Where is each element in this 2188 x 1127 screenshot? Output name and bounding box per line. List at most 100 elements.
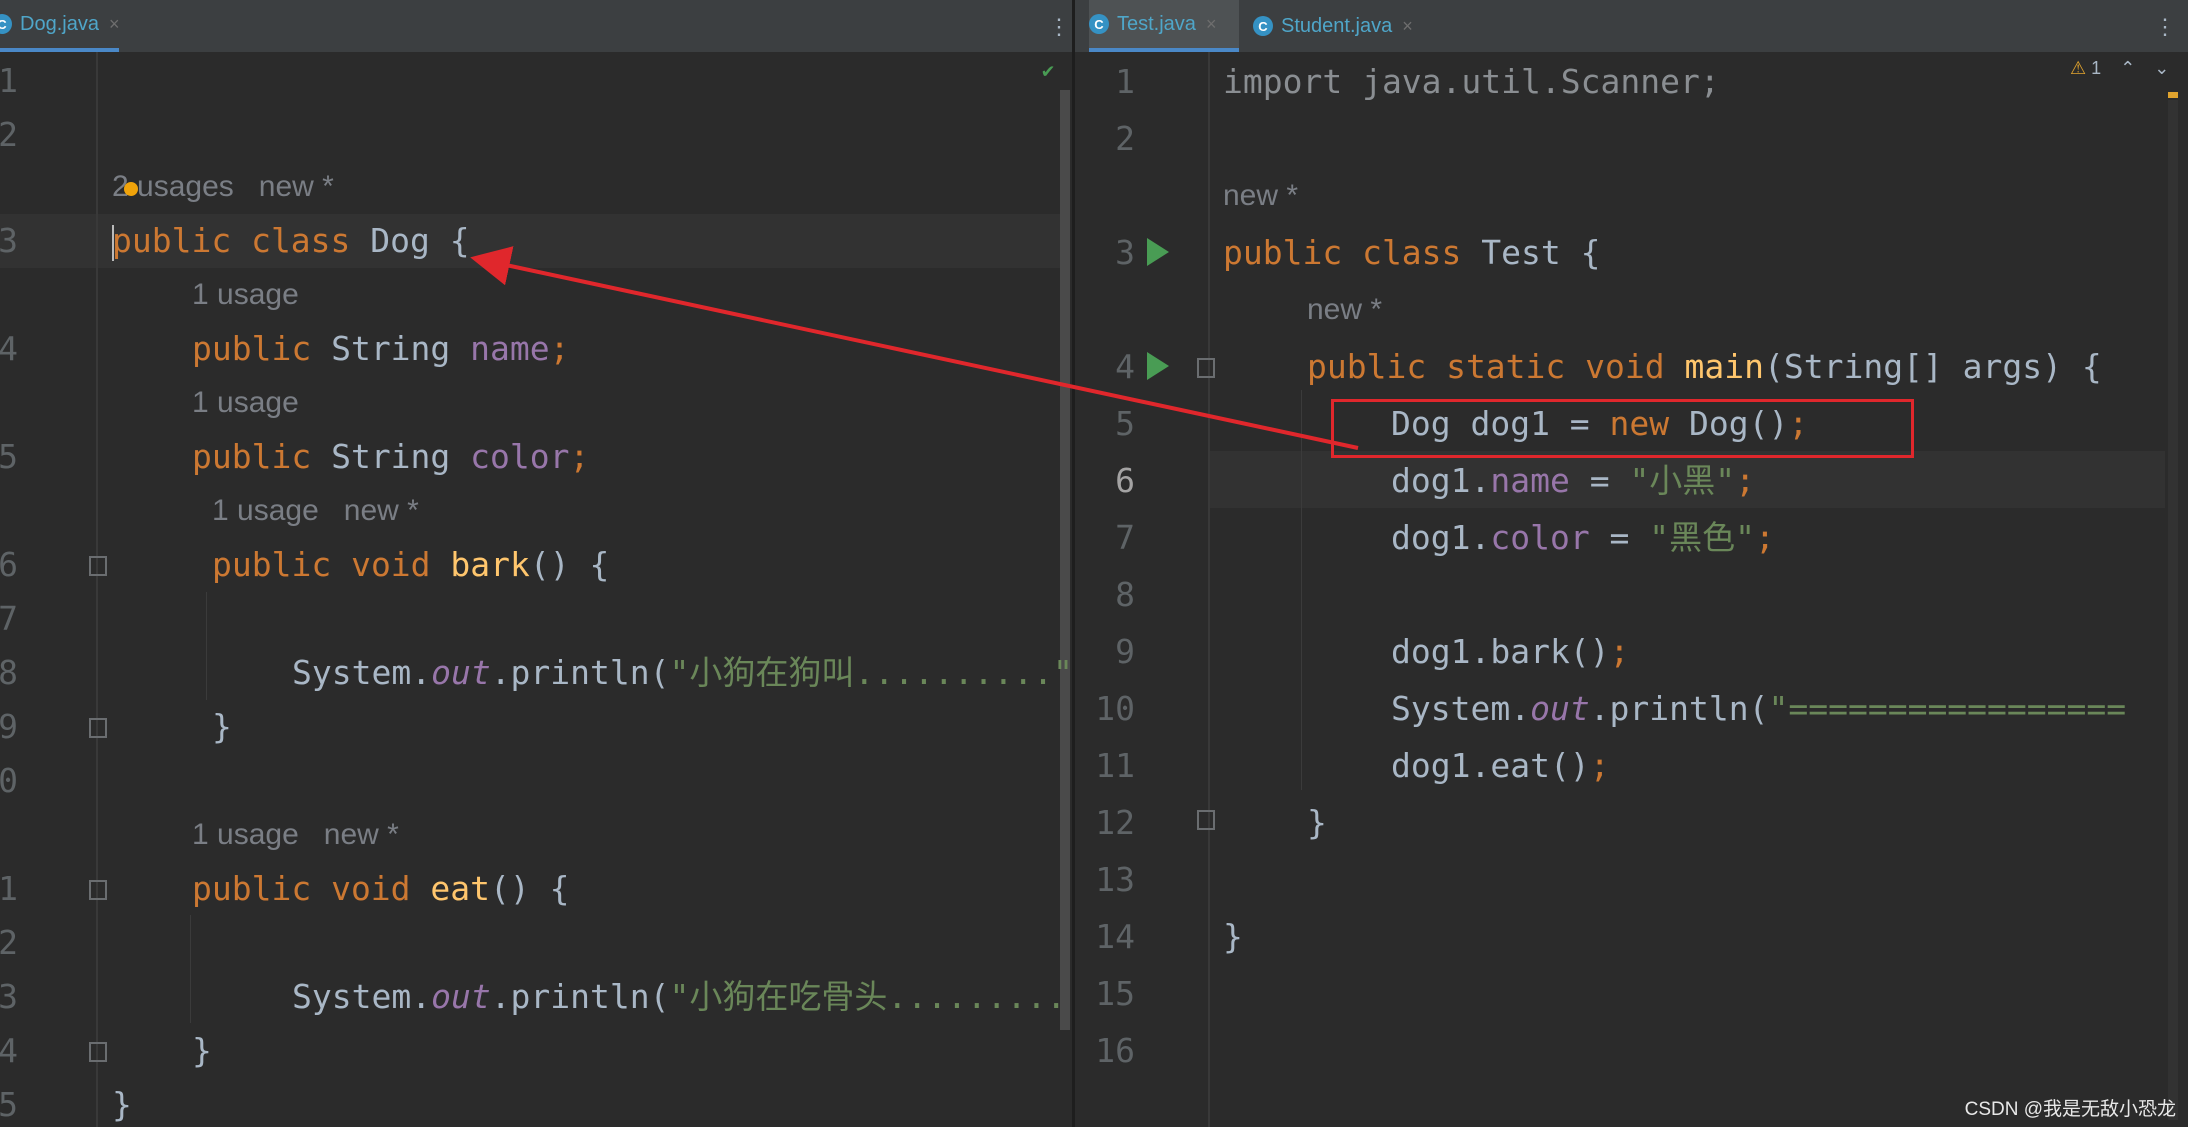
usages-hint[interactable]: 2 usages new * [112, 160, 334, 214]
line-number: 15 [1095, 974, 1135, 1013]
class-name: Test { [1481, 233, 1601, 272]
next-highlight-icon[interactable]: ⌄ [2154, 58, 2169, 78]
string-literal: "小狗在狗叫.........." [669, 653, 1073, 692]
keyword: public class [1223, 233, 1482, 272]
static-field: out [431, 977, 491, 1016]
code-line[interactable]: dog1.color = "黑色"; [1391, 511, 1775, 565]
semicolon: ; [1609, 632, 1630, 671]
usages-hint[interactable]: new * [1307, 283, 1382, 337]
line-number: 2 [1115, 119, 1135, 158]
string-literal: "小黑" [1629, 461, 1736, 500]
line-number: 3 [0, 221, 18, 260]
code-line[interactable]: } [192, 1024, 212, 1078]
code-line[interactable]: public void eat() { [192, 862, 570, 916]
code-text: dog1.bark() [1391, 632, 1610, 671]
inspection-widget[interactable]: ⚠ 1 ⌃ ⌄ [2070, 58, 2169, 79]
semicolon: ; [1589, 746, 1610, 785]
code-line[interactable]: public class Test { [1223, 226, 1601, 280]
code-text: = [1569, 461, 1630, 500]
code-line[interactable]: public void bark() { [212, 538, 609, 592]
method-name: bark [450, 545, 530, 584]
code-text: .println( [490, 653, 670, 692]
run-icon[interactable] [1147, 238, 1169, 266]
tab-dog-java[interactable]: C Dog.java × [0, 0, 120, 52]
line-number: 3 [0, 977, 18, 1016]
code-line[interactable]: public static void main(String[] args) { [1307, 340, 2102, 394]
code-line[interactable]: public String name; [192, 322, 570, 376]
gutter-divider [96, 52, 98, 1127]
highlight-box [1331, 399, 1914, 458]
vertical-scrollbar[interactable] [2168, 100, 2178, 1120]
code-line[interactable]: dog1.name = "小黑"; [1391, 454, 1755, 508]
field: name [470, 329, 550, 368]
run-icon[interactable] [1147, 352, 1169, 380]
code-line[interactable]: } [212, 700, 232, 754]
usages-hint[interactable]: 1 usage new * [212, 484, 419, 538]
fold-marker-icon[interactable] [1197, 810, 1215, 830]
static-field: out [431, 653, 491, 692]
previous-highlight-icon[interactable]: ⌃ [2120, 58, 2135, 78]
usages-hint[interactable]: 1 usage [192, 376, 299, 430]
code-text: (String[] args) { [1763, 347, 2102, 386]
more-options-icon[interactable]: ⋮ [2154, 14, 2176, 40]
close-icon[interactable]: × [1402, 16, 1413, 37]
indent-guide [1301, 390, 1302, 790]
tab-test-java[interactable]: C Test.java × [1089, 0, 1239, 52]
code-line[interactable]: public String color; [192, 430, 589, 484]
warning-stripe[interactable] [2168, 92, 2178, 98]
code-text: dog1.eat() [1391, 746, 1590, 785]
class-icon: C [1253, 16, 1273, 36]
code-text: System. [1391, 689, 1531, 728]
warning-count: 1 [2091, 58, 2102, 78]
indent-guide [190, 915, 191, 1023]
usages-hint[interactable]: new * [1223, 169, 1298, 223]
code-line[interactable]: System.out.println("小狗在狗叫.........." [292, 646, 1072, 700]
method-name: eat [430, 869, 491, 908]
line-number: 4 [1115, 347, 1135, 386]
code-line[interactable]: public class Dog { [112, 214, 470, 268]
fold-marker-icon[interactable] [89, 880, 107, 900]
code-line[interactable]: } [1223, 910, 1243, 964]
semicolon: ; [549, 329, 570, 368]
right-tab-bar: C Test.java × C Student.java × ⋮ [1075, 0, 2188, 53]
more-options-icon[interactable]: ⋮ [1048, 14, 1070, 40]
keyword: public static void [1307, 347, 1685, 386]
code-line[interactable]: } [1307, 796, 1327, 850]
tab-student-java[interactable]: C Student.java × [1239, 0, 1413, 52]
line-number: 1 [0, 61, 18, 100]
code-line[interactable]: System.out.println("================= [1391, 682, 2126, 736]
field: color [1490, 518, 1590, 557]
tab-label: Dog.java [20, 12, 99, 35]
code-line[interactable]: import java.util.Scanner; [1223, 55, 1720, 109]
code-line[interactable]: System.out.println("小狗在吃骨头......... [292, 970, 1066, 1024]
line-number: 7 [1115, 518, 1135, 557]
line-number: 4 [0, 1031, 18, 1070]
line-number: 3 [1115, 233, 1135, 272]
line-number: 4 [0, 329, 18, 368]
code-line[interactable]: dog1.bark(); [1391, 625, 1629, 679]
line-number: 2 [0, 923, 18, 962]
method-name: main [1684, 347, 1764, 386]
code-line[interactable]: dog1.eat(); [1391, 739, 1610, 793]
fold-marker-icon[interactable] [89, 718, 107, 738]
code-line[interactable]: } [112, 1078, 132, 1127]
line-number: 8 [0, 653, 18, 692]
field: color [470, 437, 570, 476]
close-icon[interactable]: × [1206, 14, 1217, 35]
fold-marker-icon[interactable] [1197, 358, 1215, 378]
line-number: 7 [0, 599, 18, 638]
fold-marker-icon[interactable] [89, 1042, 107, 1062]
lightbulb-icon[interactable] [124, 182, 138, 196]
tab-label: Student.java [1281, 14, 1393, 37]
usages-hint[interactable]: 1 usage [192, 268, 299, 322]
code-text: dog1. [1391, 461, 1491, 500]
static-field: out [1530, 689, 1590, 728]
usages-hint[interactable]: 1 usage new * [192, 808, 399, 862]
code-text: System. [292, 977, 432, 1016]
keyword: public void [192, 869, 431, 908]
vertical-scrollbar[interactable] [1060, 90, 1070, 1030]
close-icon[interactable]: × [109, 14, 120, 35]
code-text: System. [292, 653, 432, 692]
code-text: () { [529, 545, 610, 584]
fold-marker-icon[interactable] [89, 556, 107, 576]
